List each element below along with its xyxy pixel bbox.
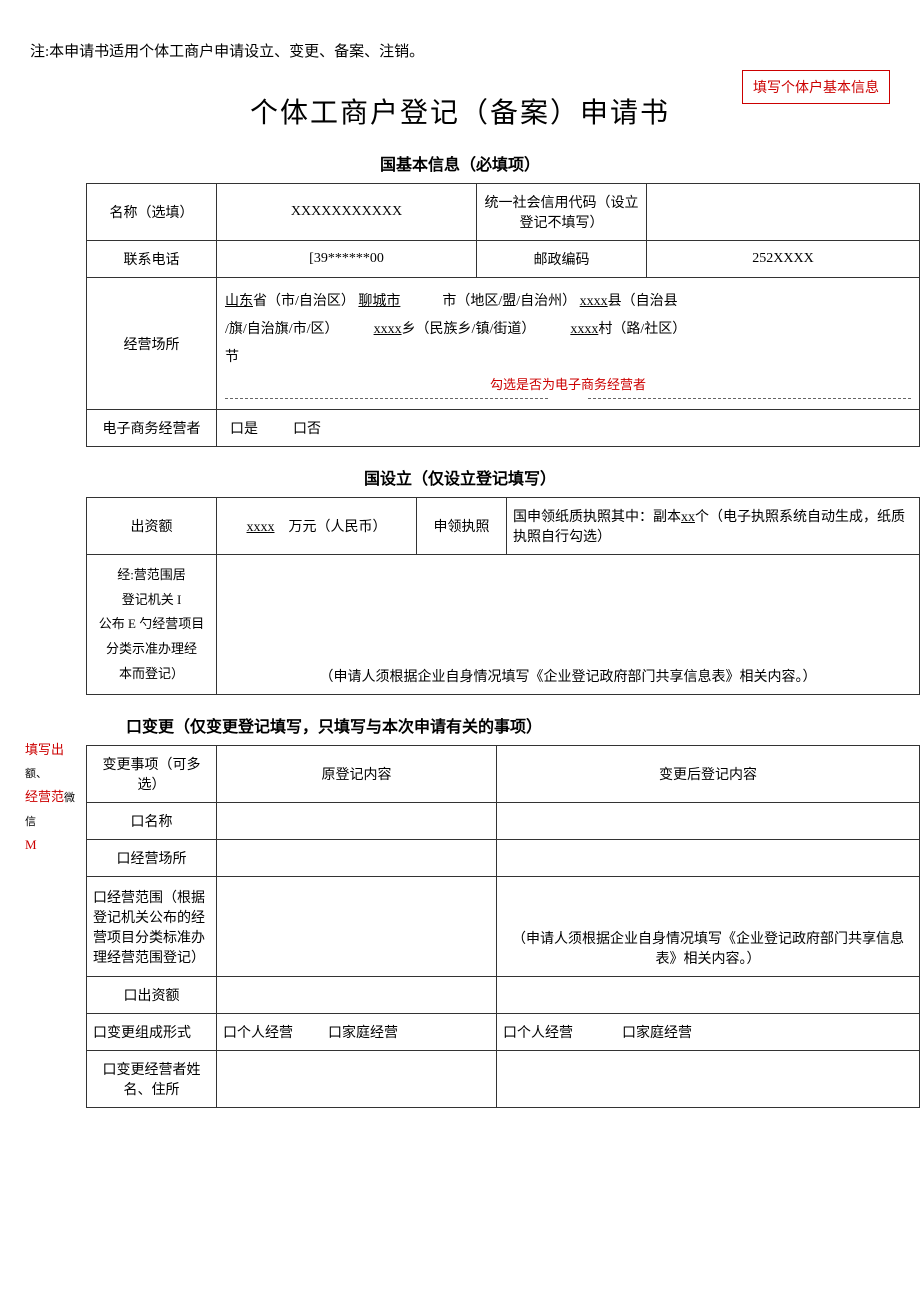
form-old: 口个人经营 口家庭经营 [217,1014,497,1051]
label-ecommerce: 电子商务经营者 [87,410,217,447]
checkbox-name[interactable]: 口名称 [87,803,217,840]
table-row: 名称（选填） XXXXXXXXXXX 统一社会信用代码（设立登记不填写） [87,184,920,241]
label-capital: 出资额 [87,498,217,555]
section3-title: 口变更（仅变更登记填写，只填写与本次申请有关的事项） [86,713,890,737]
table-row: 口出资额 [87,977,920,1014]
value-license: 国申领纸质执照其中：副本xx个（电子执照系统自动生成，纸质执照自行勾选） [507,498,920,555]
table-row: 经:营范围居 登记机关 I 公布 E 勺经营项目 分类示准办理经 本而登记） （… [87,555,920,695]
label-postal: 邮政编码 [477,241,647,278]
table-row: 口变更组成形式 口个人经营 口家庭经营 口个人经营 口家庭经营 [87,1014,920,1051]
header-old: 原登记内容 [217,746,497,803]
header-new: 变更后登记内容 [497,746,920,803]
table-row: 电子商务经营者 口是 口否 [87,410,920,447]
section2-title: 国设立（仅设立登记填写） [30,465,890,489]
form-new: 口个人经营 口家庭经营 [497,1014,920,1051]
header-item: 变更事项（可多选） [87,746,217,803]
value-postal: 252XXXX [647,241,920,278]
top-note: 注:本申请书适用个体工商户申请设立、变更、备案、注销。 [30,40,890,61]
value-location: 山东省（市/自治区） 聊城市 市（地区/盟/自治州） xxxx县（自治县 /旗/… [217,278,920,410]
annotation-left: 填写出额、 经营范微信 M [25,738,85,856]
checkbox-form[interactable]: 口变更组成形式 [87,1014,217,1051]
checkbox-family-old[interactable]: 口家庭经营 [328,1026,398,1041]
change-table: 变更事项（可多选） 原登记内容 变更后登记内容 口名称 口经营场所 口经营范围（… [86,745,920,1108]
scope-new-note: （申请人须根据企业自身情况填写《企业登记政府部门共享信息表》相关内容。） [497,877,920,977]
value-phone: [39******00 [217,241,477,278]
table-row: 口变更经营者姓名、住所 [87,1051,920,1108]
label-phone: 联系电话 [87,241,217,278]
checkbox-personal-new[interactable]: 口个人经营 [503,1026,573,1041]
label-location: 经营场所 [87,278,217,410]
table-row: 联系电话 [39******00 邮政编码 252XXXX [87,241,920,278]
table-row: 口经营范围（根据登记机关公布的经营项目分类标准办理经营范围登记） （申请人须根据… [87,877,920,977]
value-ecommerce: 口是 口否 [217,410,920,447]
annotation-box-right: 填写个体户基本信息 [742,70,890,104]
table-row: 出资额 xxxx 万元（人民币） 申领执照 国申领纸质执照其中：副本xx个（电子… [87,498,920,555]
checkbox-no[interactable]: 口否 [293,422,321,437]
loc-town: xxxx [374,322,402,337]
checkbox-location[interactable]: 口经营场所 [87,840,217,877]
checkbox-yes[interactable]: 口是 [230,422,258,437]
value-uscc [647,184,920,241]
establish-table: 出资额 xxxx 万元（人民币） 申领执照 国申领纸质执照其中：副本xx个（电子… [86,497,920,695]
table-row: 口名称 [87,803,920,840]
table-row: 口经营场所 [87,840,920,877]
checkbox-personal-old[interactable]: 口个人经营 [223,1026,293,1041]
label-license: 申领执照 [417,498,507,555]
table-row: 变更事项（可多选） 原登记内容 变更后登记内容 [87,746,920,803]
value-capital: xxxx 万元（人民币） [217,498,417,555]
ecommerce-note: 勾选是否为电子商务经营者 [225,372,911,398]
loc-county: xxxx [580,294,608,309]
basic-info-table: 名称（选填） XXXXXXXXXXX 统一社会信用代码（设立登记不填写） 联系电… [86,183,920,447]
loc-village: xxxx [570,322,598,337]
section1-title: 国基本信息（必填项） [30,151,890,175]
checkbox-scope[interactable]: 口经营范围（根据登记机关公布的经营项目分类标准办理经营范围登记） [87,877,217,977]
label-name: 名称（选填） [87,184,217,241]
loc-city: 聊城市 [358,294,400,309]
table-row: 经营场所 山东省（市/自治区） 聊城市 市（地区/盟/自治州） xxxx县（自治… [87,278,920,410]
checkbox-operator[interactable]: 口变更经营者姓名、住所 [87,1051,217,1108]
checkbox-capital[interactable]: 口出资额 [87,977,217,1014]
value-name: XXXXXXXXXXX [217,184,477,241]
value-scope: （申请人须根据企业自身情况填写《企业登记政府部门共享信息表》相关内容。） [217,555,920,695]
checkbox-family-new[interactable]: 口家庭经营 [622,1026,692,1041]
label-uscc: 统一社会信用代码（设立登记不填写） [477,184,647,241]
loc-province: 山东 [225,294,253,309]
label-scope: 经:营范围居 登记机关 I 公布 E 勺经营项目 分类示准办理经 本而登记） [87,555,217,695]
